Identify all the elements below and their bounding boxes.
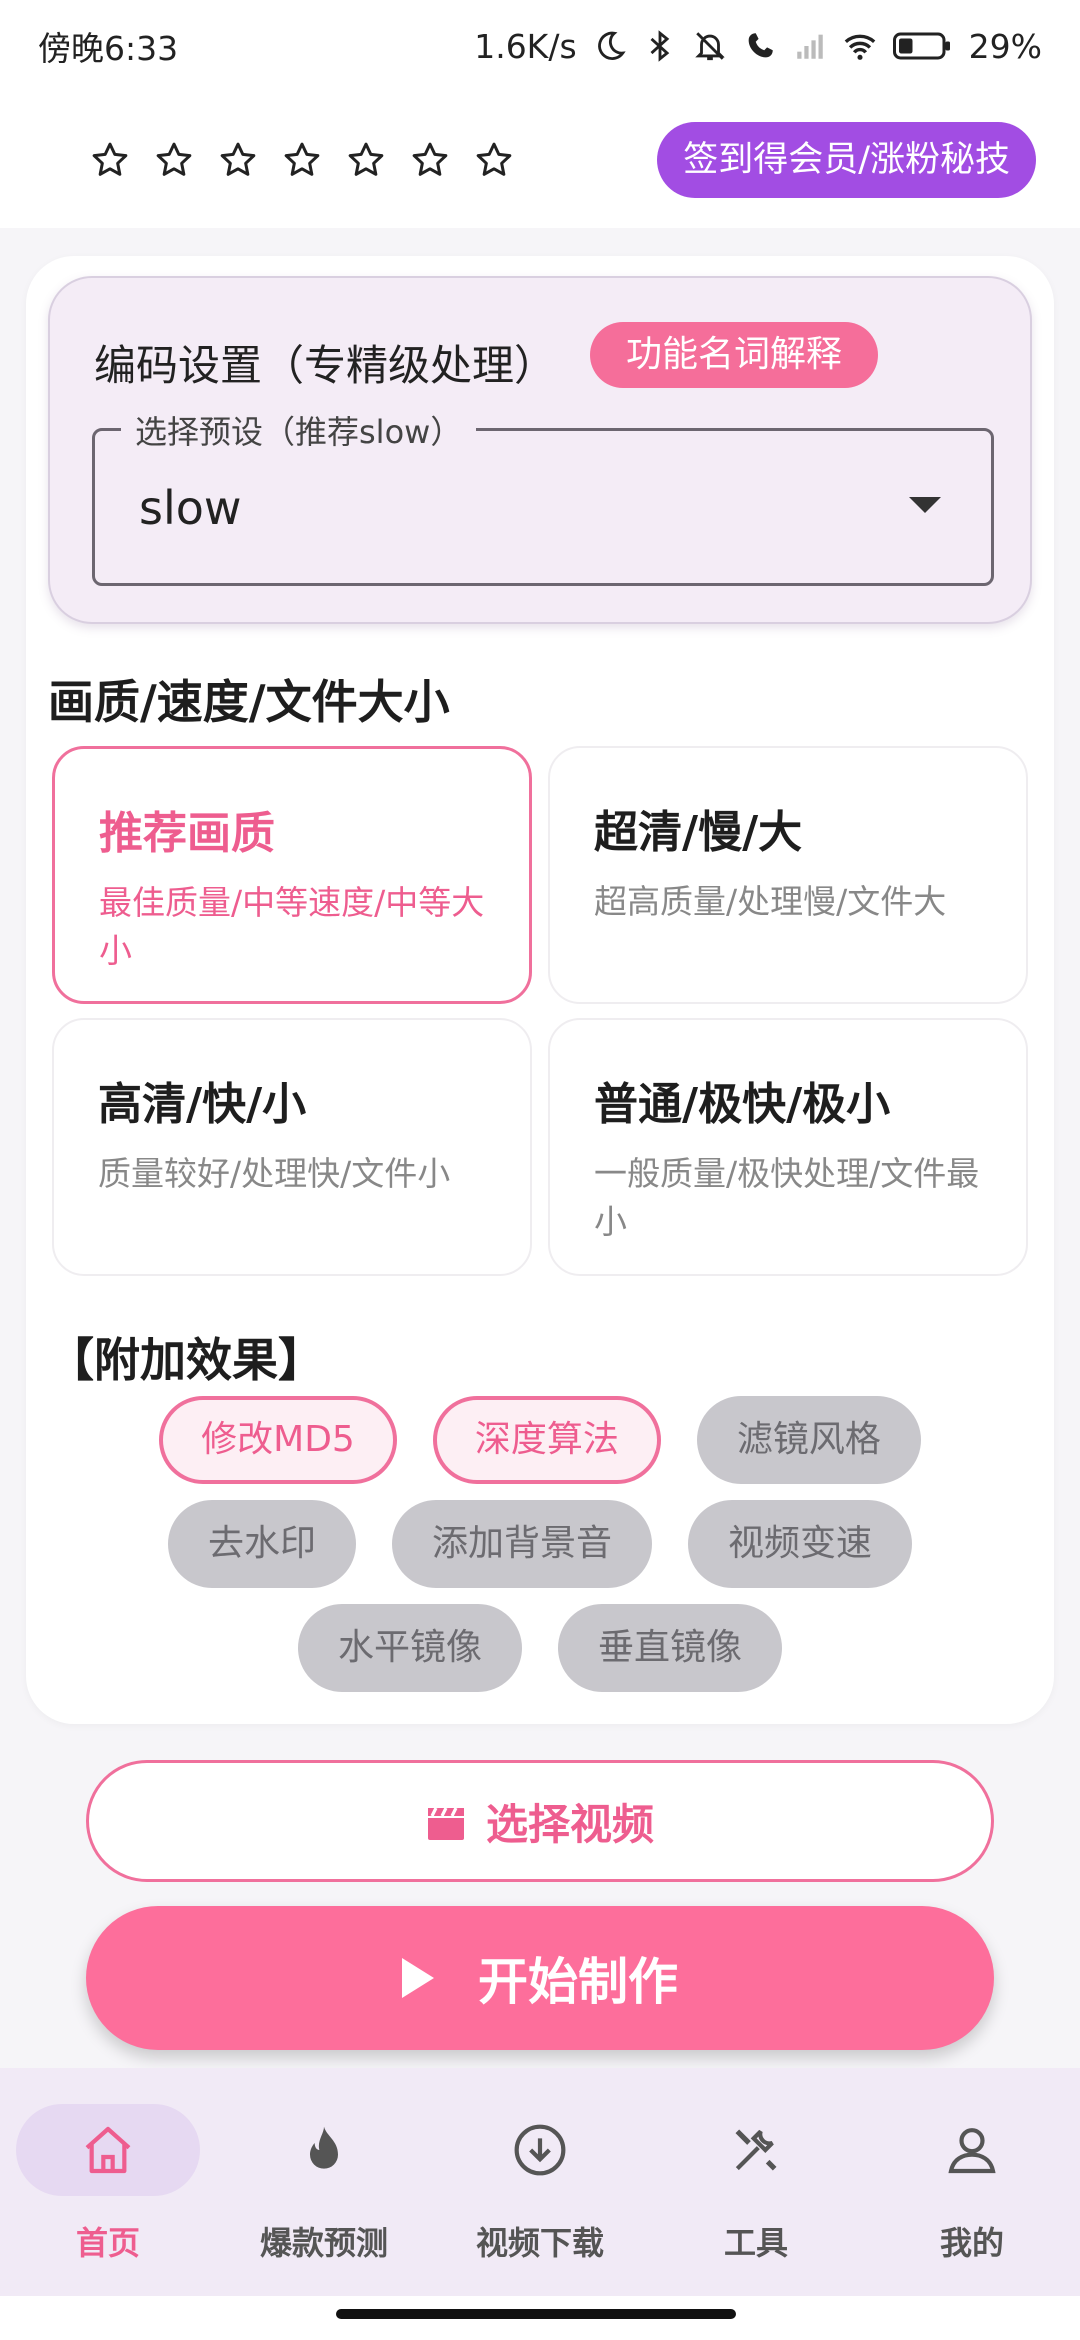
nav-icon-container bbox=[16, 2104, 200, 2196]
preset-label: 选择预设（推荐slow） bbox=[121, 407, 477, 453]
status-time: 傍晚6:33 bbox=[38, 29, 179, 68]
tools-icon bbox=[728, 2122, 784, 2178]
chip-vertical-mirror[interactable]: 垂直镜像 bbox=[558, 1604, 783, 1692]
bottom-nav: 首页 爆款预测 视频下载 工具 我的 bbox=[0, 2068, 1080, 2296]
chip-row: 去水印 添加背景音 视频变速 bbox=[26, 1500, 1054, 1588]
quality-option-normal[interactable]: 普通/极快/极小 一般质量/极快处理/文件最小 bbox=[548, 1018, 1028, 1276]
chip-row: 水平镜像 垂直镜像 bbox=[26, 1604, 1054, 1692]
download-icon bbox=[512, 2122, 568, 2178]
rating-stars[interactable] bbox=[90, 140, 514, 180]
quality-option-recommended[interactable]: 推荐画质 最佳质量/中等速度/中等大小 bbox=[52, 746, 532, 1004]
quality-section-title: 画质/速度/文件大小 bbox=[48, 675, 450, 729]
flame-icon bbox=[296, 2122, 352, 2178]
nav-item-home[interactable]: 首页 bbox=[0, 2068, 216, 2296]
nav-item-tools[interactable]: 工具 bbox=[648, 2068, 864, 2296]
star-icon[interactable] bbox=[90, 140, 130, 180]
nav-item-mine[interactable]: 我的 bbox=[864, 2068, 1080, 2296]
chip-deep-algorithm[interactable]: 深度算法 bbox=[432, 1396, 661, 1484]
gesture-bar[interactable] bbox=[336, 2309, 736, 2319]
star-icon[interactable] bbox=[282, 140, 322, 180]
preset-value: slow bbox=[139, 481, 242, 535]
preset-select[interactable]: 选择预设（推荐slow） slow bbox=[92, 407, 994, 586]
encode-settings-panel: 编码设置（专精级处理） 功能名词解释 选择预设（推荐slow） slow bbox=[48, 276, 1032, 624]
battery-level: 29% bbox=[968, 26, 1042, 66]
quality-option-title: 高清/快/小 bbox=[98, 1079, 307, 1130]
nav-icon-container bbox=[664, 2104, 848, 2196]
call-icon bbox=[743, 29, 777, 63]
nav-label: 我的 bbox=[939, 2224, 1004, 2262]
quality-options: 推荐画质 最佳质量/中等速度/中等大小 超清/慢/大 超高质量/处理慢/文件大 … bbox=[52, 746, 1030, 1276]
chip-remove-watermark[interactable]: 去水印 bbox=[167, 1500, 356, 1588]
quality-option-title: 推荐画质 bbox=[99, 808, 275, 859]
chip-add-bgm[interactable]: 添加背景音 bbox=[391, 1500, 652, 1588]
quality-option-subtitle: 一般质量/极快处理/文件最小 bbox=[594, 1154, 980, 1241]
chip-video-speed[interactable]: 视频变速 bbox=[688, 1500, 913, 1588]
member-signin-button[interactable]: 签到得会员/涨粉秘技 bbox=[657, 122, 1036, 198]
nav-label: 视频下载 bbox=[475, 2224, 604, 2262]
encode-title: 编码设置（专精级处理） bbox=[94, 341, 557, 390]
top-header: 签到得会员/涨粉秘技 bbox=[0, 92, 1080, 228]
nav-icon-container bbox=[232, 2104, 416, 2196]
start-label: 开始制作 bbox=[478, 1953, 678, 2011]
star-icon[interactable] bbox=[154, 140, 194, 180]
moon-icon bbox=[593, 29, 627, 63]
extras-section-title: 【附加效果】 bbox=[48, 1333, 324, 1387]
home-icon bbox=[80, 2122, 136, 2178]
star-icon[interactable] bbox=[346, 140, 386, 180]
chip-row: 修改MD5 深度算法 滤镜风格 bbox=[26, 1396, 1054, 1484]
nav-item-video-download[interactable]: 视频下载 bbox=[432, 2068, 648, 2296]
nav-item-trend-predict[interactable]: 爆款预测 bbox=[216, 2068, 432, 2296]
chip-horizontal-mirror[interactable]: 水平镜像 bbox=[297, 1604, 522, 1692]
explain-terms-button[interactable]: 功能名词解释 bbox=[590, 322, 879, 388]
nav-icon-container bbox=[448, 2104, 632, 2196]
quality-option-title: 普通/极快/极小 bbox=[594, 1079, 891, 1130]
chip-filter-style[interactable]: 滤镜风格 bbox=[696, 1396, 921, 1484]
bell-muted-icon bbox=[693, 29, 727, 63]
status-icons: 1.6K/s 29% bbox=[474, 27, 1042, 66]
star-icon[interactable] bbox=[410, 140, 450, 180]
nav-label: 首页 bbox=[75, 2224, 140, 2262]
quality-option-subtitle: 超高质量/处理慢/文件大 bbox=[594, 882, 947, 921]
play-icon bbox=[402, 1958, 434, 1998]
star-icon[interactable] bbox=[218, 140, 258, 180]
quality-option-ultra[interactable]: 超清/慢/大 超高质量/处理慢/文件大 bbox=[548, 746, 1028, 1004]
nav-label: 工具 bbox=[723, 2224, 788, 2262]
nav-label: 爆款预测 bbox=[259, 2224, 388, 2262]
nav-icon-container bbox=[880, 2104, 1064, 2196]
quality-option-subtitle: 质量较好/处理快/文件小 bbox=[98, 1154, 451, 1193]
quality-option-title: 超清/慢/大 bbox=[594, 807, 803, 858]
user-icon bbox=[944, 2122, 1000, 2178]
wifi-icon bbox=[843, 29, 877, 63]
signal-icon bbox=[793, 29, 827, 63]
effect-chips: 修改MD5 深度算法 滤镜风格 去水印 添加背景音 视频变速 水平镜像 垂直镜像 bbox=[26, 1396, 1054, 1708]
quality-option-subtitle: 最佳质量/中等速度/中等大小 bbox=[99, 883, 485, 970]
battery-icon bbox=[892, 29, 953, 63]
dropdown-arrow-icon bbox=[909, 497, 941, 513]
net-speed: 1.6K/s bbox=[474, 26, 577, 66]
start-button[interactable]: 开始制作 bbox=[86, 1906, 994, 2050]
settings-card: 编码设置（专精级处理） 功能名词解释 选择预设（推荐slow） slow 画质/… bbox=[26, 256, 1054, 1724]
select-video-button[interactable]: 选择视频 bbox=[86, 1760, 994, 1882]
select-video-label: 选择视频 bbox=[485, 1799, 654, 1849]
quality-option-hd[interactable]: 高清/快/小 质量较好/处理快/文件小 bbox=[52, 1018, 532, 1276]
star-icon[interactable] bbox=[474, 140, 514, 180]
status-bar: 傍晚6:33 1.6K/s 29% bbox=[0, 0, 1080, 92]
chip-modify-md5[interactable]: 修改MD5 bbox=[159, 1396, 397, 1484]
bluetooth-icon bbox=[643, 29, 677, 63]
clapperboard-icon bbox=[426, 1803, 466, 1840]
